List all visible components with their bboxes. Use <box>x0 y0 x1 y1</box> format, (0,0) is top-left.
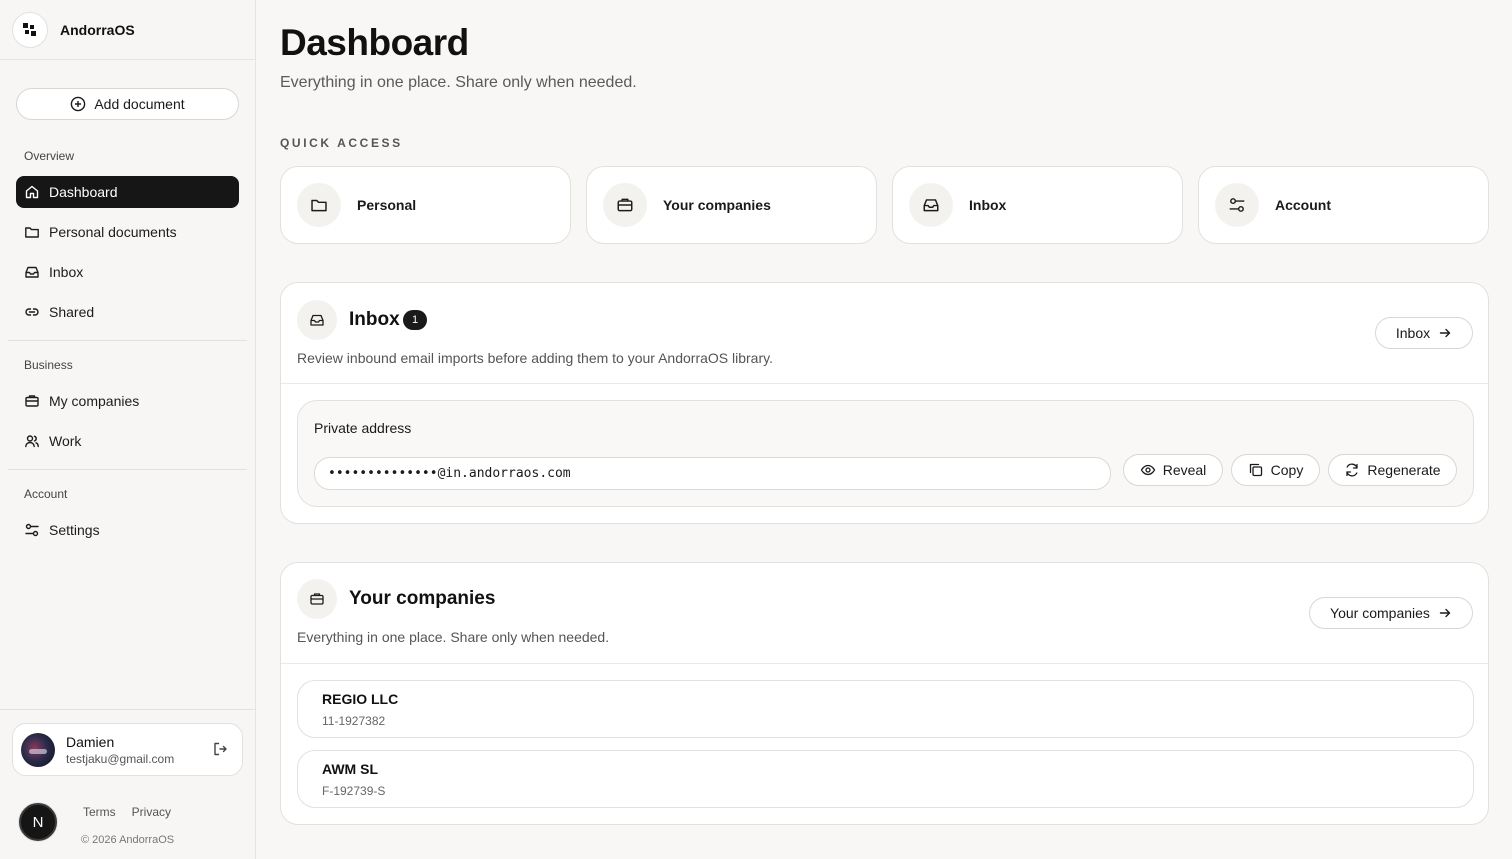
company-id: F-192739-S <box>322 784 386 798</box>
page-subtitle: Everything in one place. Share only when… <box>280 74 637 91</box>
user-info: Damien testjaku@gmail.com <box>66 734 174 766</box>
nav-group-overview: Overview <box>24 149 75 163</box>
companies-panel: Your companies Everything in one place. … <box>280 562 1489 825</box>
regenerate-button[interactable]: Regenerate <box>1328 454 1457 486</box>
sidebar-divider <box>8 469 247 470</box>
quick-access-label: Your companies <box>663 197 771 213</box>
sidebar-item-label: My companies <box>49 393 140 409</box>
panel-divider <box>281 383 1488 384</box>
home-icon <box>25 185 39 199</box>
footer-links: Terms Privacy <box>83 805 171 819</box>
sidebar-item-label: Dashboard <box>49 184 118 200</box>
nav-group-account: Account <box>24 487 68 501</box>
sidebar-item-label: Shared <box>49 304 95 320</box>
company-name: REGIO LLC <box>322 691 399 707</box>
quick-access-personal[interactable]: Personal <box>280 166 571 244</box>
user-card[interactable]: Damien testjaku@gmail.com <box>12 723 243 776</box>
quick-access-label: Personal <box>357 197 417 213</box>
inbox-panel: Inbox 1 Review inbound email imports bef… <box>280 282 1489 524</box>
private-address-field[interactable]: ••••••••••••••@in.andorraos.com <box>314 457 1111 490</box>
sidebar: AndorraOS Add document Overview Dashboar… <box>0 0 256 859</box>
add-document-button[interactable]: Add document <box>16 88 239 120</box>
company-row[interactable]: REGIO LLC 11-1927382 <box>297 680 1474 738</box>
copy-button[interactable]: Copy <box>1231 454 1320 486</box>
your-companies-button[interactable]: Your companies <box>1309 597 1473 629</box>
briefcase-icon <box>297 579 337 619</box>
privacy-link[interactable]: Privacy <box>132 805 171 819</box>
panel-divider <box>281 663 1488 664</box>
companies-panel-title: Your companies <box>349 588 496 609</box>
plus-circle-icon <box>71 96 86 112</box>
your-companies-label: Your companies <box>1330 605 1430 621</box>
companies-panel-description: Everything in one place. Share only when… <box>297 629 610 645</box>
private-address-label: Private address <box>314 420 412 436</box>
sidebar-item-my-companies[interactable]: My companies <box>16 385 239 417</box>
inbox-icon <box>909 183 953 227</box>
sidebar-item-label: Work <box>49 433 82 449</box>
main-content: Dashboard Everything in one place. Share… <box>256 0 1512 859</box>
sidebar-item-label: Personal documents <box>49 224 177 240</box>
open-inbox-label: Inbox <box>1395 325 1431 341</box>
users-icon <box>25 435 39 448</box>
inbox-icon <box>25 266 39 278</box>
company-name: AWM SL <box>322 761 378 777</box>
logout-icon[interactable] <box>212 741 228 762</box>
briefcase-icon <box>25 395 39 407</box>
app-logo-icon[interactable] <box>12 11 48 48</box>
folder-icon <box>297 183 341 227</box>
sidebar-item-settings[interactable]: Settings <box>16 514 239 546</box>
quick-access-your-companies[interactable]: Your companies <box>586 166 877 244</box>
company-row[interactable]: AWM SL F-192739-S <box>297 750 1474 808</box>
sliders-icon <box>25 523 39 537</box>
avatar-letter-badge[interactable]: N <box>19 803 57 841</box>
user-name: Damien <box>66 733 115 750</box>
quick-access-heading: QUICK ACCESS <box>280 136 403 150</box>
folder-icon <box>25 227 39 238</box>
page-title: Dashboard <box>280 22 469 63</box>
quick-access-inbox[interactable]: Inbox <box>892 166 1183 244</box>
inbox-panel-title: Inbox <box>349 309 400 330</box>
quick-access-label: Inbox <box>969 197 1007 213</box>
quick-access-account[interactable]: Account <box>1198 166 1489 244</box>
sidebar-item-inbox[interactable]: Inbox <box>16 256 239 288</box>
sidebar-item-work[interactable]: Work <box>16 425 239 457</box>
regenerate-label: Regenerate <box>1367 462 1441 478</box>
company-id: 11-1927382 <box>322 714 386 728</box>
open-inbox-button[interactable]: Inbox <box>1375 317 1473 349</box>
arrow-right-icon <box>1439 608 1451 618</box>
add-document-label: Add document <box>94 96 185 112</box>
sidebar-item-label: Settings <box>49 522 100 538</box>
reveal-button[interactable]: Reveal <box>1123 454 1223 486</box>
copyright: © 2026 AndorraOS <box>81 834 175 846</box>
avatar <box>21 732 55 767</box>
refresh-icon <box>1346 463 1359 477</box>
user-email: testjaku@gmail.com <box>66 751 175 766</box>
sidebar-divider <box>8 340 247 341</box>
sidebar-divider <box>0 709 256 710</box>
reveal-label: Reveal <box>1162 462 1207 478</box>
arrow-right-icon <box>1439 328 1451 338</box>
copy-label: Copy <box>1270 462 1304 478</box>
app-name: AndorraOS <box>60 21 135 38</box>
sidebar-item-label: Inbox <box>49 264 84 280</box>
quick-access-label: Account <box>1275 197 1331 213</box>
sidebar-item-shared[interactable]: Shared <box>16 296 239 328</box>
brand: AndorraOS <box>0 0 255 60</box>
terms-link[interactable]: Terms <box>83 805 116 819</box>
sliders-icon <box>1215 183 1259 227</box>
inbox-icon <box>297 300 337 340</box>
nav-group-business: Business <box>24 358 73 372</box>
sidebar-item-personal-documents[interactable]: Personal documents <box>16 216 239 248</box>
link-icon <box>25 308 39 316</box>
eye-icon <box>1140 464 1155 476</box>
inbox-panel-description: Review inbound email imports before addi… <box>297 350 773 366</box>
inbox-count-badge: 1 <box>403 310 427 330</box>
copy-icon <box>1249 463 1262 477</box>
sidebar-item-dashboard[interactable]: Dashboard <box>16 176 239 208</box>
private-address-box: Private address ••••••••••••••@in.andorr… <box>297 400 1474 507</box>
briefcase-icon <box>603 183 647 227</box>
